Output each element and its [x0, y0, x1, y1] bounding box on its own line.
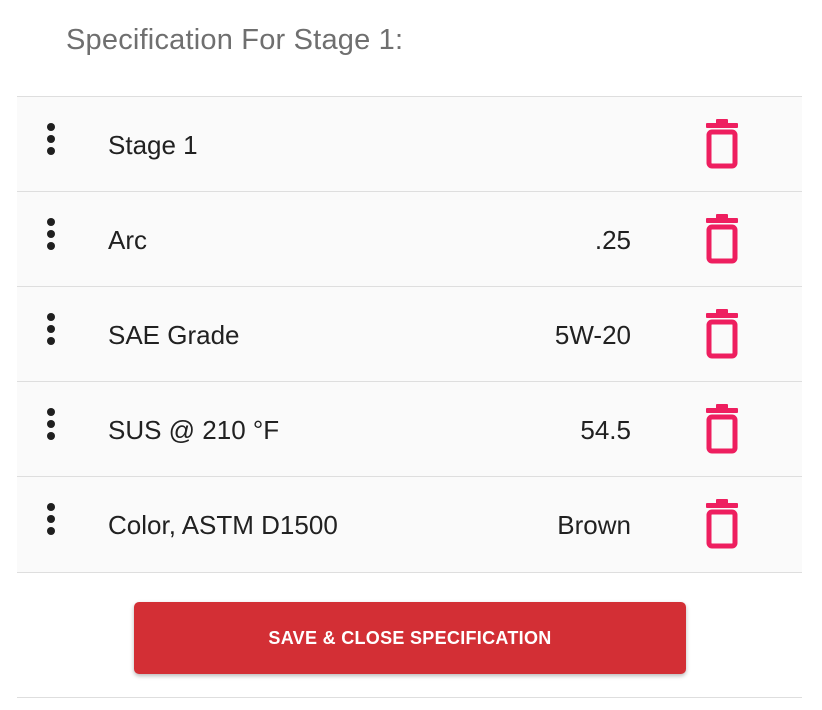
- row-value: 5W-20: [554, 320, 631, 350]
- trash-icon[interactable]: [702, 499, 742, 549]
- drag-handle-icon[interactable]: [41, 408, 61, 444]
- row-label: SUS @ 210 °F: [108, 415, 280, 445]
- list-item: Arc .25: [17, 191, 802, 286]
- drag-handle-icon[interactable]: [41, 123, 61, 159]
- trash-icon[interactable]: [702, 404, 742, 454]
- drag-handle-icon[interactable]: [41, 218, 61, 254]
- list-item: SAE Grade 5W-20: [17, 286, 802, 381]
- trash-icon[interactable]: [702, 309, 742, 359]
- specification-list: Stage 1 Arc .25 SAE Grade 5W-20 SUS @ 21…: [17, 96, 802, 573]
- specification-panel: Specification For Stage 1: Stage 1 Arc .…: [0, 0, 822, 710]
- list-item: Stage 1: [17, 96, 802, 191]
- row-value: 54.5: [580, 415, 631, 445]
- page-title: Specification For Stage 1:: [66, 24, 404, 56]
- row-label: Stage 1: [108, 130, 198, 160]
- row-label: Color, ASTM D1500: [108, 510, 338, 540]
- trash-icon[interactable]: [702, 119, 742, 169]
- drag-handle-icon[interactable]: [41, 503, 61, 539]
- row-value: Brown: [557, 510, 631, 540]
- trash-icon[interactable]: [702, 214, 742, 264]
- row-label: SAE Grade: [108, 320, 240, 350]
- save-close-specification-button[interactable]: SAVE & CLOSE SPECIFICATION: [134, 602, 686, 674]
- divider: [17, 697, 802, 698]
- list-item: Color, ASTM D1500 Brown: [17, 476, 802, 573]
- row-value: .25: [594, 225, 631, 255]
- list-item: SUS @ 210 °F 54.5: [17, 381, 802, 476]
- drag-handle-icon[interactable]: [41, 313, 61, 349]
- row-label: Arc: [108, 225, 147, 255]
